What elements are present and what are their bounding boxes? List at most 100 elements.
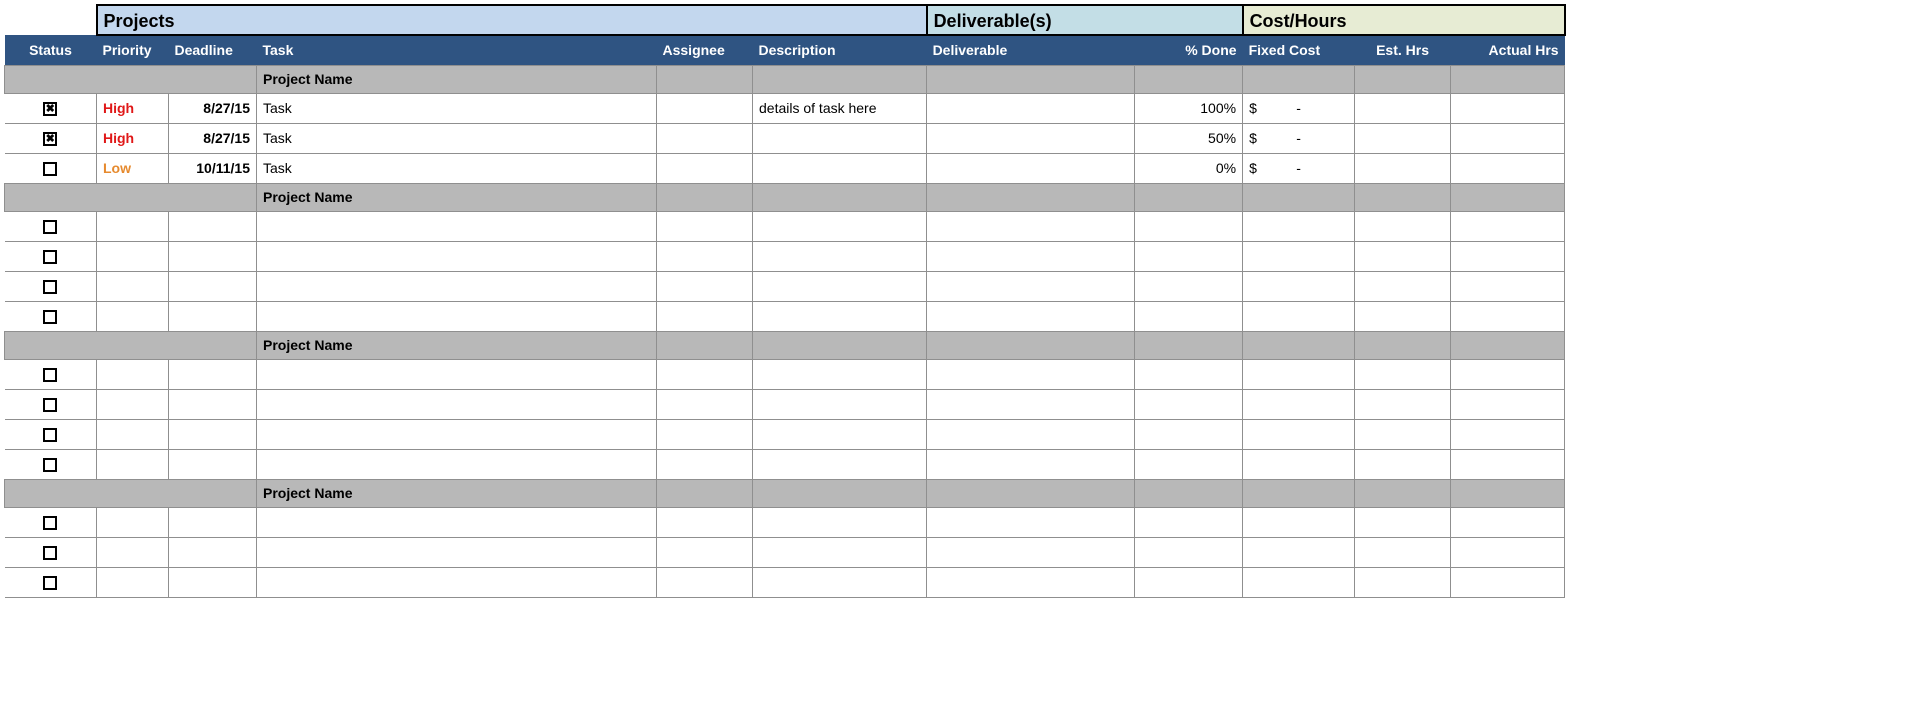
pct-done-cell[interactable] bbox=[1135, 389, 1243, 419]
description-cell[interactable] bbox=[753, 567, 927, 597]
fixed-cost-cell[interactable] bbox=[1243, 567, 1355, 597]
task-cell[interactable]: Task bbox=[257, 153, 657, 183]
deliverable-cell[interactable] bbox=[927, 507, 1135, 537]
deliverable-cell[interactable] bbox=[927, 271, 1135, 301]
priority-cell[interactable]: High bbox=[97, 123, 169, 153]
pct-done-cell[interactable]: 50% bbox=[1135, 123, 1243, 153]
task-cell[interactable] bbox=[257, 507, 657, 537]
description-cell[interactable] bbox=[753, 449, 927, 479]
priority-cell[interactable] bbox=[97, 241, 169, 271]
description-cell[interactable]: details of task here bbox=[753, 93, 927, 123]
status-checkbox[interactable]: ✖ bbox=[43, 132, 57, 146]
est-hrs-cell[interactable] bbox=[1355, 449, 1451, 479]
description-cell[interactable] bbox=[753, 507, 927, 537]
pct-done-cell[interactable] bbox=[1135, 449, 1243, 479]
deadline-cell[interactable] bbox=[169, 537, 257, 567]
fixed-cost-cell[interactable] bbox=[1243, 449, 1355, 479]
description-cell[interactable] bbox=[753, 359, 927, 389]
assignee-cell[interactable] bbox=[657, 389, 753, 419]
fixed-cost-cell[interactable] bbox=[1243, 271, 1355, 301]
description-cell[interactable] bbox=[753, 389, 927, 419]
deliverable-cell[interactable] bbox=[927, 123, 1135, 153]
status-checkbox[interactable] bbox=[43, 250, 57, 264]
project-name-label[interactable]: Project Name bbox=[257, 65, 657, 93]
actual-hrs-cell[interactable] bbox=[1451, 123, 1565, 153]
assignee-cell[interactable] bbox=[657, 211, 753, 241]
task-cell[interactable] bbox=[257, 241, 657, 271]
priority-cell[interactable]: Low bbox=[97, 153, 169, 183]
est-hrs-cell[interactable] bbox=[1355, 419, 1451, 449]
task-cell[interactable] bbox=[257, 449, 657, 479]
status-checkbox[interactable] bbox=[43, 280, 57, 294]
fixed-cost-cell[interactable] bbox=[1243, 359, 1355, 389]
project-name-label[interactable]: Project Name bbox=[257, 331, 657, 359]
deliverable-cell[interactable] bbox=[927, 389, 1135, 419]
assignee-cell[interactable] bbox=[657, 123, 753, 153]
est-hrs-cell[interactable] bbox=[1355, 211, 1451, 241]
assignee-cell[interactable] bbox=[657, 241, 753, 271]
fixed-cost-cell[interactable]: $- bbox=[1243, 153, 1355, 183]
est-hrs-cell[interactable] bbox=[1355, 301, 1451, 331]
priority-cell[interactable] bbox=[97, 537, 169, 567]
project-name-label[interactable]: Project Name bbox=[257, 183, 657, 211]
deadline-cell[interactable] bbox=[169, 567, 257, 597]
assignee-cell[interactable] bbox=[657, 567, 753, 597]
deadline-cell[interactable]: 8/27/15 bbox=[169, 123, 257, 153]
task-cell[interactable]: Task bbox=[257, 93, 657, 123]
status-checkbox[interactable] bbox=[43, 162, 57, 176]
assignee-cell[interactable] bbox=[657, 93, 753, 123]
est-hrs-cell[interactable] bbox=[1355, 507, 1451, 537]
priority-cell[interactable] bbox=[97, 389, 169, 419]
actual-hrs-cell[interactable] bbox=[1451, 359, 1565, 389]
fixed-cost-cell[interactable] bbox=[1243, 241, 1355, 271]
deadline-cell[interactable] bbox=[169, 241, 257, 271]
pct-done-cell[interactable] bbox=[1135, 211, 1243, 241]
est-hrs-cell[interactable] bbox=[1355, 567, 1451, 597]
est-hrs-cell[interactable] bbox=[1355, 537, 1451, 567]
deadline-cell[interactable] bbox=[169, 449, 257, 479]
description-cell[interactable] bbox=[753, 419, 927, 449]
fixed-cost-cell[interactable] bbox=[1243, 507, 1355, 537]
task-cell[interactable]: Task bbox=[257, 123, 657, 153]
status-checkbox[interactable] bbox=[43, 368, 57, 382]
description-cell[interactable] bbox=[753, 153, 927, 183]
deadline-cell[interactable] bbox=[169, 211, 257, 241]
est-hrs-cell[interactable] bbox=[1355, 241, 1451, 271]
status-checkbox[interactable] bbox=[43, 398, 57, 412]
est-hrs-cell[interactable] bbox=[1355, 123, 1451, 153]
status-checkbox[interactable] bbox=[43, 516, 57, 530]
assignee-cell[interactable] bbox=[657, 449, 753, 479]
pct-done-cell[interactable] bbox=[1135, 241, 1243, 271]
actual-hrs-cell[interactable] bbox=[1451, 301, 1565, 331]
status-checkbox[interactable] bbox=[43, 576, 57, 590]
actual-hrs-cell[interactable] bbox=[1451, 507, 1565, 537]
task-cell[interactable] bbox=[257, 359, 657, 389]
priority-cell[interactable] bbox=[97, 507, 169, 537]
fixed-cost-cell[interactable] bbox=[1243, 537, 1355, 567]
task-cell[interactable] bbox=[257, 301, 657, 331]
status-checkbox[interactable] bbox=[43, 220, 57, 234]
priority-cell[interactable] bbox=[97, 449, 169, 479]
deadline-cell[interactable]: 10/11/15 bbox=[169, 153, 257, 183]
task-cell[interactable] bbox=[257, 389, 657, 419]
assignee-cell[interactable] bbox=[657, 507, 753, 537]
assignee-cell[interactable] bbox=[657, 153, 753, 183]
deliverable-cell[interactable] bbox=[927, 301, 1135, 331]
deliverable-cell[interactable] bbox=[927, 359, 1135, 389]
description-cell[interactable] bbox=[753, 123, 927, 153]
status-checkbox[interactable]: ✖ bbox=[43, 102, 57, 116]
task-cell[interactable] bbox=[257, 567, 657, 597]
actual-hrs-cell[interactable] bbox=[1451, 153, 1565, 183]
description-cell[interactable] bbox=[753, 271, 927, 301]
assignee-cell[interactable] bbox=[657, 537, 753, 567]
est-hrs-cell[interactable] bbox=[1355, 153, 1451, 183]
fixed-cost-cell[interactable]: $- bbox=[1243, 93, 1355, 123]
assignee-cell[interactable] bbox=[657, 271, 753, 301]
assignee-cell[interactable] bbox=[657, 359, 753, 389]
actual-hrs-cell[interactable] bbox=[1451, 211, 1565, 241]
est-hrs-cell[interactable] bbox=[1355, 359, 1451, 389]
fixed-cost-cell[interactable] bbox=[1243, 389, 1355, 419]
actual-hrs-cell[interactable] bbox=[1451, 271, 1565, 301]
description-cell[interactable] bbox=[753, 537, 927, 567]
pct-done-cell[interactable] bbox=[1135, 301, 1243, 331]
